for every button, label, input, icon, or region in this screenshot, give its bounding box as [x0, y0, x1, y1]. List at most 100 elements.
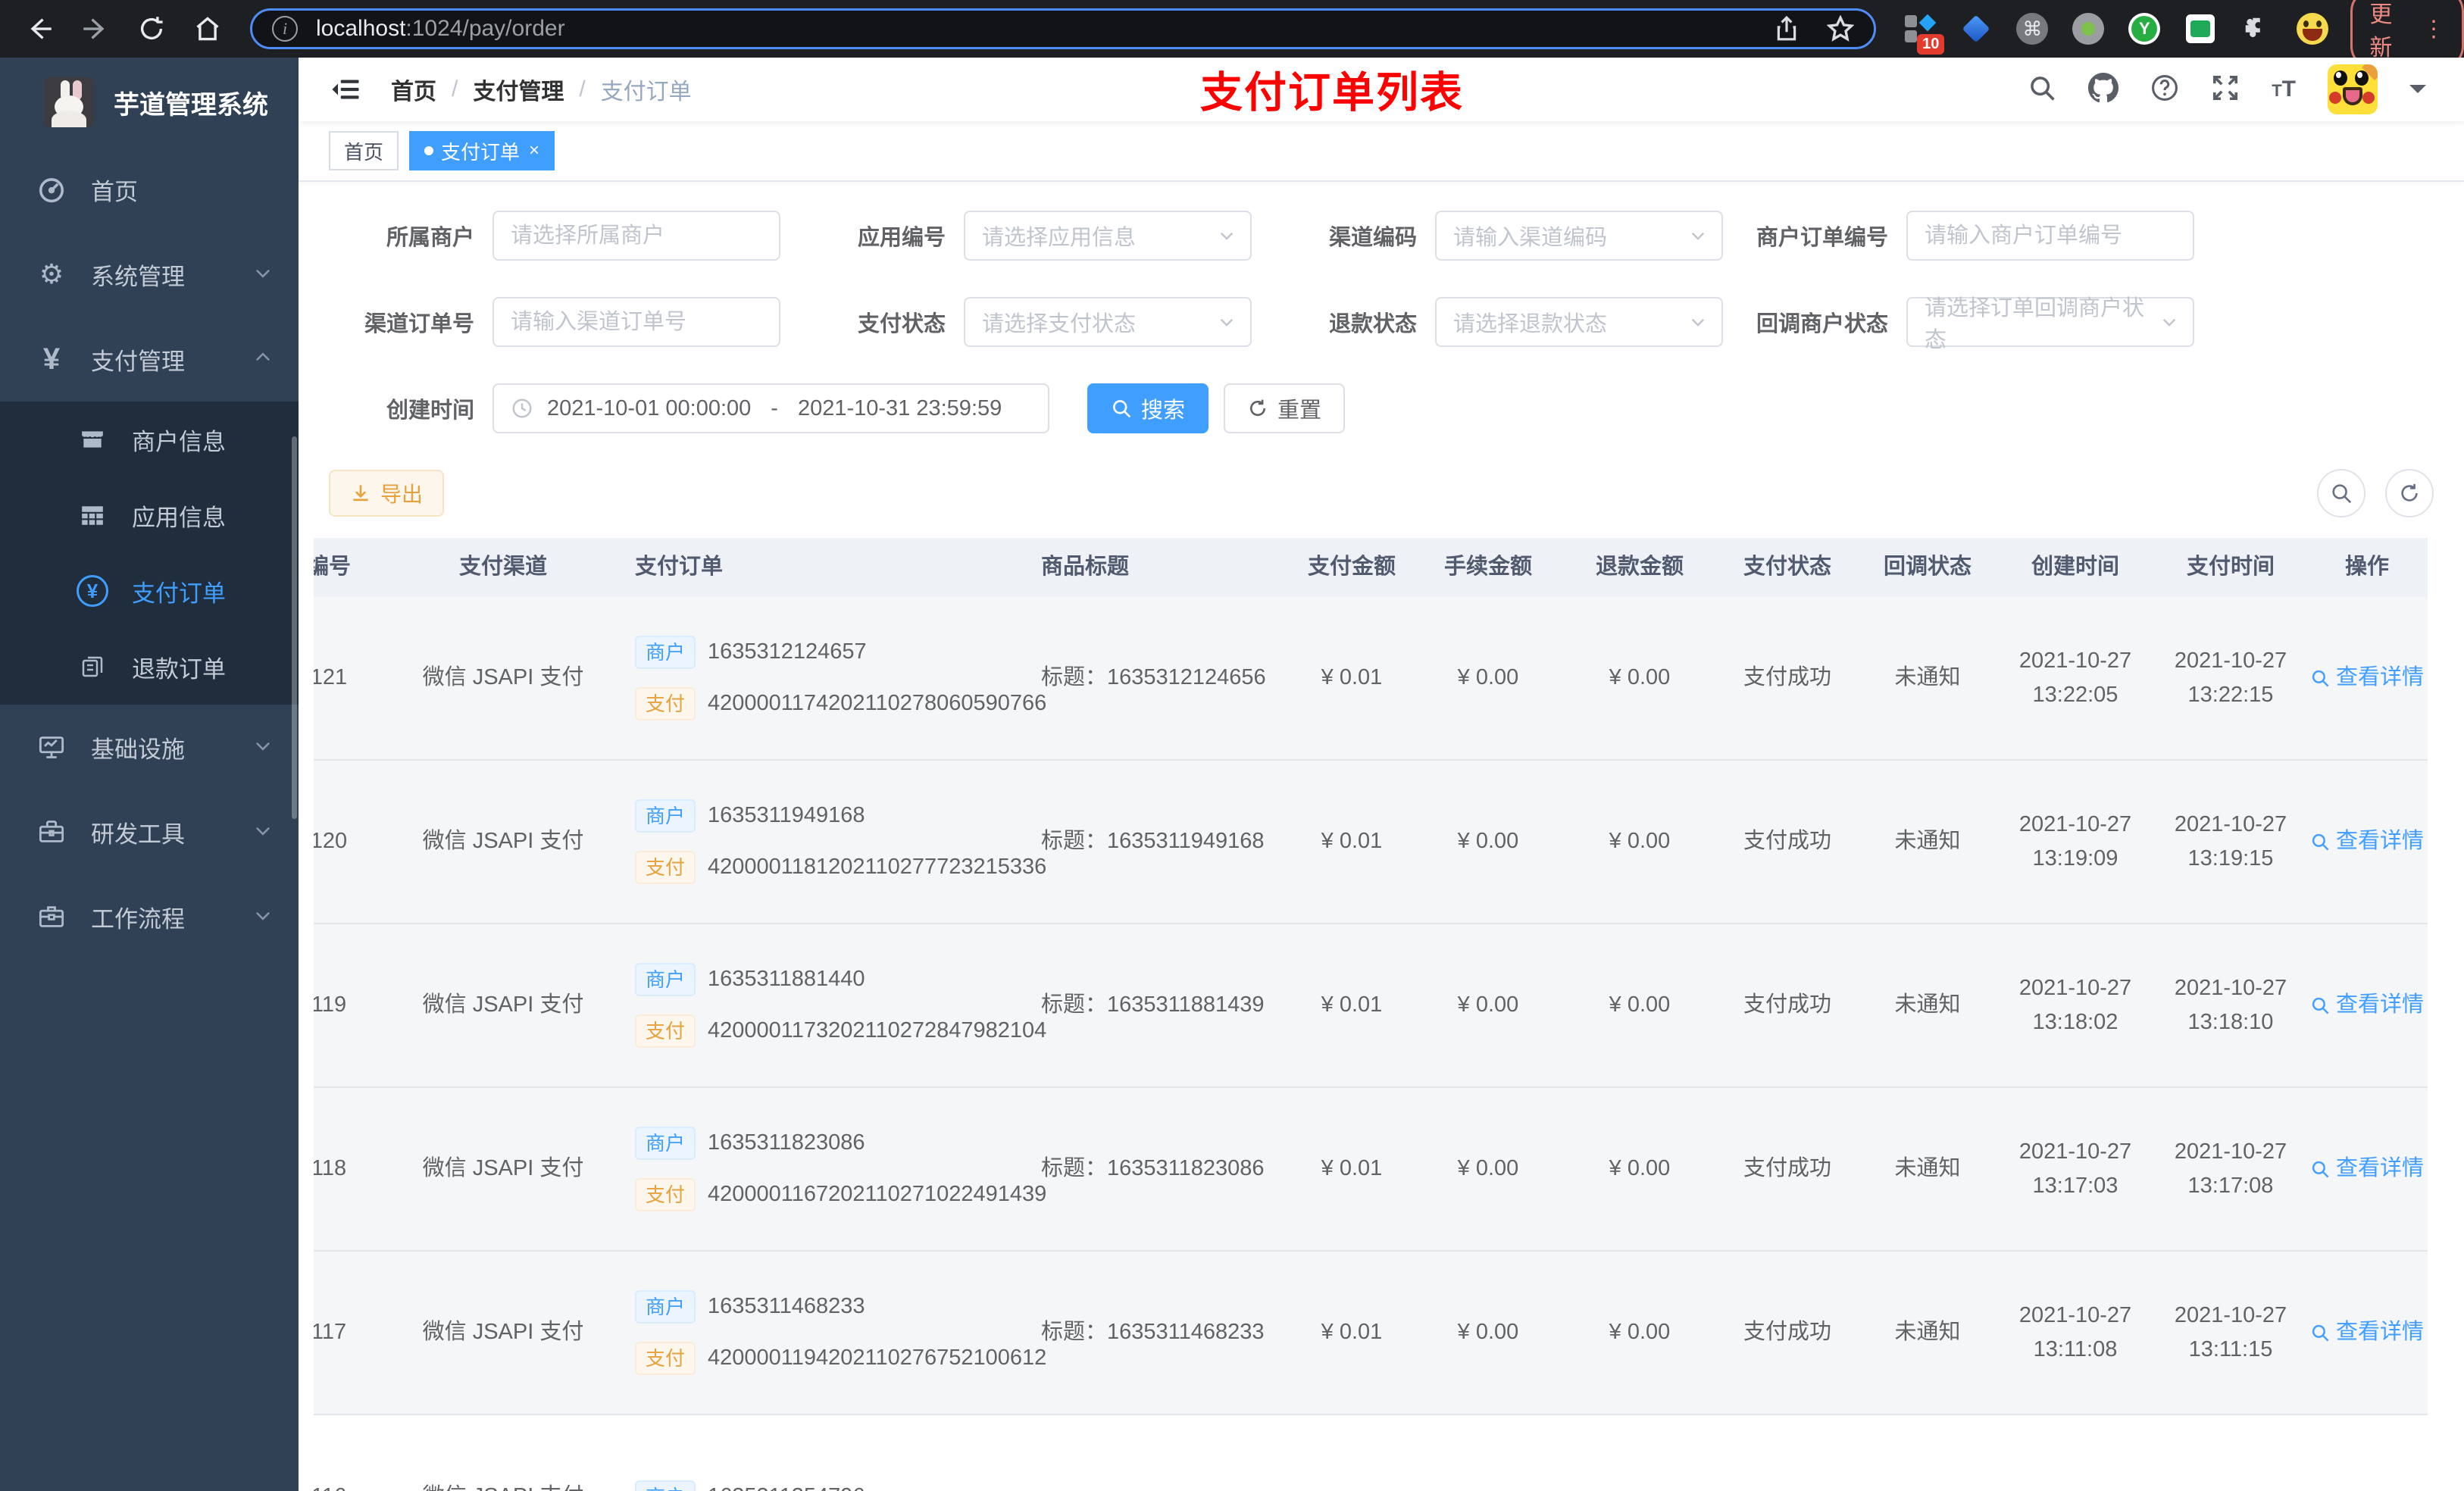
- active-dot: [424, 146, 434, 155]
- date-start[interactable]: 2021-10-01 00:00:00: [547, 396, 751, 421]
- chevron-up-icon: [253, 348, 273, 371]
- sidebar-item-refund-order[interactable]: 退款订单: [0, 629, 299, 705]
- tag-home[interactable]: 首页: [329, 131, 399, 170]
- view-detail-link[interactable]: 查看详情: [2310, 1316, 2424, 1349]
- chevron-down-icon: [253, 821, 273, 844]
- refresh-icon[interactable]: [2385, 469, 2434, 517]
- pay-order-cell: 商户 1635312124657 支付 4200001174202110278060…: [617, 636, 1046, 720]
- table-row[interactable]: 118 微信 JSAPI 支付 商户 1635311823086 支付 420000…: [314, 1088, 2428, 1252]
- screen: i localhost:1024/pay/order 10 ⌘ Y 更新 ⋮ 芋…: [0, 0, 2464, 1491]
- app-select[interactable]: 请选择应用信息: [964, 211, 1252, 261]
- fullscreen-icon[interactable]: [2211, 73, 2240, 106]
- table-row[interactable]: 120 微信 JSAPI 支付 商户 1635311949168 支付 420000…: [314, 761, 2428, 924]
- merchant-order-no: 1635312124657: [708, 639, 867, 664]
- back-icon[interactable]: [23, 12, 56, 45]
- pay-status-select[interactable]: 请选择支付状态: [964, 297, 1252, 347]
- tag-close-icon[interactable]: ×: [529, 140, 539, 161]
- command-extension-icon[interactable]: ⌘: [2015, 12, 2049, 45]
- filter-row-2: 渠道订单号 支付状态 请选择支付状态 退款状态 请选择退款状态: [329, 296, 2434, 352]
- notify-status-select[interactable]: 请选择订单回调商户状态: [1906, 296, 2194, 352]
- table-row[interactable]: 119 微信 JSAPI 支付 商户 1635311881440 支付 420000…: [314, 924, 2428, 1088]
- bookmark-star-icon[interactable]: [1827, 15, 1855, 42]
- date-range-picker[interactable]: 2021-10-01 00:00:00 - 2021-10-31 23:59:5…: [492, 383, 1049, 433]
- github-icon[interactable]: [2088, 72, 2119, 107]
- pay-time: 2021-10-27 13:17:08: [2174, 1139, 2287, 1198]
- y-extension-icon[interactable]: Y: [2128, 12, 2161, 45]
- breadcrumb-home[interactable]: 首页: [391, 73, 436, 106]
- field-label: 应用编号: [857, 226, 946, 250]
- user-avatar[interactable]: [2328, 64, 2378, 114]
- pay-badge: 支付: [635, 1014, 696, 1048]
- toggle-search-icon[interactable]: [2317, 469, 2366, 517]
- view-detail-link[interactable]: 查看详情: [2310, 1152, 2424, 1186]
- pay-amount: ¥ 0.01: [1321, 1320, 1383, 1345]
- create-time: 2021-10-27 13:11:08: [2018, 1303, 2132, 1361]
- view-detail-link[interactable]: 查看详情: [2310, 825, 2424, 858]
- sidebar-item-devtools[interactable]: 研发工具: [0, 789, 299, 874]
- sidebar-item-home[interactable]: 首页: [0, 147, 299, 232]
- channel-code-select[interactable]: 请输入渠道编码: [1435, 211, 1723, 261]
- date-end[interactable]: 2021-10-31 23:59:59: [798, 396, 1002, 421]
- grid-icon: [74, 502, 111, 528]
- reset-button[interactable]: 重置: [1224, 383, 1345, 433]
- address-bar[interactable]: i localhost:1024/pay/order: [250, 8, 1877, 49]
- url-text[interactable]: localhost:1024/pay/order: [316, 16, 1774, 42]
- help-icon[interactable]: [2150, 73, 2179, 106]
- header-search-icon[interactable]: [2028, 73, 2056, 106]
- select-placeholder: 请输入渠道编码: [1453, 226, 1608, 250]
- kite-extension-icon[interactable]: [1959, 12, 1993, 45]
- view-detail-link[interactable]: 查看详情: [2310, 989, 2424, 1022]
- sidebar-item-workflow[interactable]: 工作流程: [0, 874, 299, 959]
- search-button[interactable]: 搜索: [1087, 383, 1209, 433]
- col-header: 商品标题: [1041, 555, 1130, 580]
- notify-status: 未通知: [1894, 829, 1961, 854]
- view-detail-link[interactable]: 查看详情: [2310, 661, 2424, 695]
- puzzle-extensions-icon[interactable]: [2240, 12, 2273, 45]
- profile-avatar-icon[interactable]: [2296, 12, 2329, 45]
- avatar-caret-icon[interactable]: [2409, 85, 2426, 102]
- share-icon[interactable]: [1774, 16, 1800, 42]
- pay-channel: 微信 JSAPI 支付: [422, 992, 584, 1017]
- sidebar-item-pay-order[interactable]: ¥ 支付订单: [0, 553, 299, 629]
- sidebar-item-system[interactable]: ⚙ 系统管理: [0, 232, 299, 317]
- action-cell: 查看详情: [2306, 1152, 2428, 1186]
- merchant-input[interactable]: [511, 223, 762, 248]
- refund-status-select[interactable]: 请选择退款状态: [1435, 297, 1723, 347]
- tag-pay-order[interactable]: 支付订单 ×: [409, 131, 555, 170]
- site-info-icon[interactable]: i: [272, 16, 298, 42]
- product-title: 标题：1635311823086: [1041, 1156, 1265, 1181]
- chat-extension-icon[interactable]: [2184, 12, 2217, 45]
- reload-icon[interactable]: [135, 12, 168, 45]
- sidebar-item-label: 商户信息: [132, 428, 226, 455]
- sidebar-item-merchant-info[interactable]: 商户信息: [0, 402, 299, 477]
- table-row[interactable]: 116 微信 JSAPI 支付 商户 1635311354796: [314, 1415, 2428, 1491]
- pay-order-no: 4200001194202110276752100612: [708, 1346, 1047, 1371]
- table-row[interactable]: 117 微信 JSAPI 支付 商户 1635311468233 支付 420000…: [314, 1252, 2428, 1415]
- home-icon[interactable]: [191, 12, 224, 45]
- breadcrumb-pay[interactable]: 支付管理: [473, 73, 564, 106]
- action-cell: 查看详情: [2306, 989, 2428, 1022]
- tabs-extension-icon[interactable]: 10: [1903, 12, 1945, 55]
- col-header: 回调状态: [1883, 555, 1972, 580]
- sidebar-item-app-info[interactable]: 应用信息: [0, 477, 299, 553]
- export-button[interactable]: 导出: [329, 470, 445, 517]
- sidebar-item-pay[interactable]: ¥ 支付管理: [0, 317, 299, 402]
- pay-badge: 支付: [635, 1342, 696, 1375]
- select-placeholder: 请选择支付状态: [982, 312, 1137, 336]
- chevron-down-icon: [253, 263, 273, 286]
- forward-icon[interactable]: [79, 12, 112, 45]
- app-logo[interactable]: 芋道管理系统: [0, 58, 299, 147]
- table-row[interactable]: 121 微信 JSAPI 支付 商户 1635312124657 支付 420000…: [314, 597, 2428, 761]
- sidebar-scrollbar[interactable]: [292, 436, 297, 819]
- browser-menu-icon[interactable]: ⋮: [2422, 16, 2445, 42]
- recorder-extension-icon[interactable]: [2072, 12, 2105, 45]
- merchant-order-no-input[interactable]: [1925, 223, 2176, 248]
- font-size-icon[interactable]: TT: [2272, 77, 2296, 102]
- pay-order-no: 4200001173202110272847982104: [708, 1018, 1047, 1043]
- channel-order-no-input[interactable]: [511, 309, 762, 335]
- refund-amount: ¥ 0.00: [1609, 829, 1671, 854]
- fee-amount: ¥ 0.00: [1457, 992, 1519, 1017]
- sidebar-item-infrastructure[interactable]: 基础设施: [0, 705, 299, 789]
- collapse-sidebar-icon[interactable]: [330, 74, 361, 105]
- pay-amount: ¥ 0.01: [1321, 1156, 1383, 1181]
